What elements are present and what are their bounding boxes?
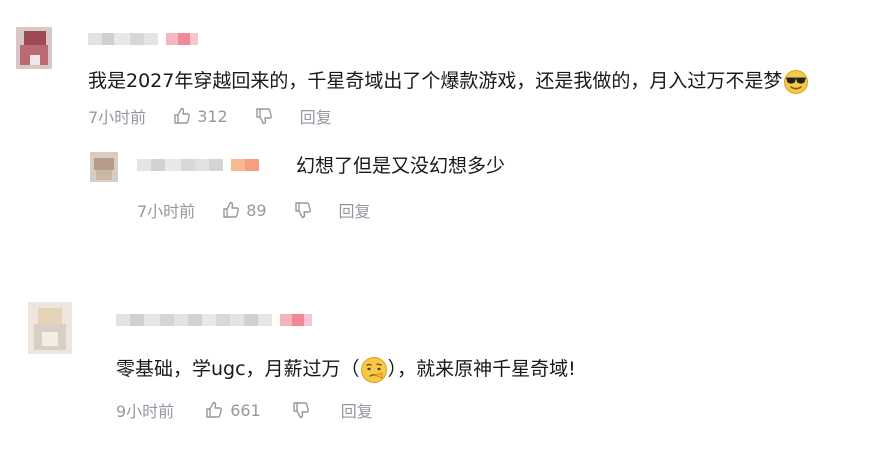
timestamp: 7小时前 xyxy=(88,108,147,127)
reply-username[interactable] xyxy=(137,159,259,171)
sunglasses-emoji-icon xyxy=(783,69,809,95)
like-count: 89 xyxy=(246,200,267,220)
comment-text-after: ），就来原神千星奇域! xyxy=(387,358,576,380)
like-count: 312 xyxy=(197,106,228,126)
thumbs-down-icon[interactable] xyxy=(254,106,274,126)
reply-avatar[interactable] xyxy=(90,152,118,182)
doubtful-emoji-icon xyxy=(360,356,388,384)
like-count: 661 xyxy=(230,400,261,420)
avatar[interactable] xyxy=(16,27,52,69)
username[interactable] xyxy=(88,33,198,45)
thumbs-down-icon[interactable] xyxy=(293,200,313,220)
comment-text-before: 零基础，学ugc，月薪过万（ xyxy=(116,358,360,380)
timestamp: 7小时前 xyxy=(137,202,196,221)
comment-meta: 9小时前 661 回复 xyxy=(116,398,373,422)
reply-button[interactable]: 回复 xyxy=(300,104,332,128)
reply-button[interactable]: 回复 xyxy=(341,398,373,422)
thumbs-up-icon[interactable] xyxy=(172,106,192,126)
comment-text: 零基础，学ugc，月薪过万（ ），就来原神千星奇域! xyxy=(116,355,576,384)
thumbs-up-icon[interactable] xyxy=(204,400,224,420)
thumbs-down-icon[interactable] xyxy=(291,400,311,420)
thumbs-up-icon[interactable] xyxy=(221,200,241,220)
comment-text: 我是2027年穿越回来的，千星奇域出了个爆款游戏，还是我做的，月入过万不是梦 xyxy=(88,68,809,95)
reply-text: 幻想了但是又没幻想多少 xyxy=(296,155,506,177)
comment-meta: 7小时前 312 回复 xyxy=(88,104,332,128)
comment-text-content: 我是2027年穿越回来的，千星奇域出了个爆款游戏，还是我做的，月入过万不是梦 xyxy=(88,70,783,92)
username[interactable] xyxy=(116,314,312,326)
avatar[interactable] xyxy=(28,302,72,354)
reply-meta: 7小时前 89 回复 xyxy=(137,198,371,222)
reply-button[interactable]: 回复 xyxy=(339,198,371,222)
timestamp: 9小时前 xyxy=(116,402,175,421)
